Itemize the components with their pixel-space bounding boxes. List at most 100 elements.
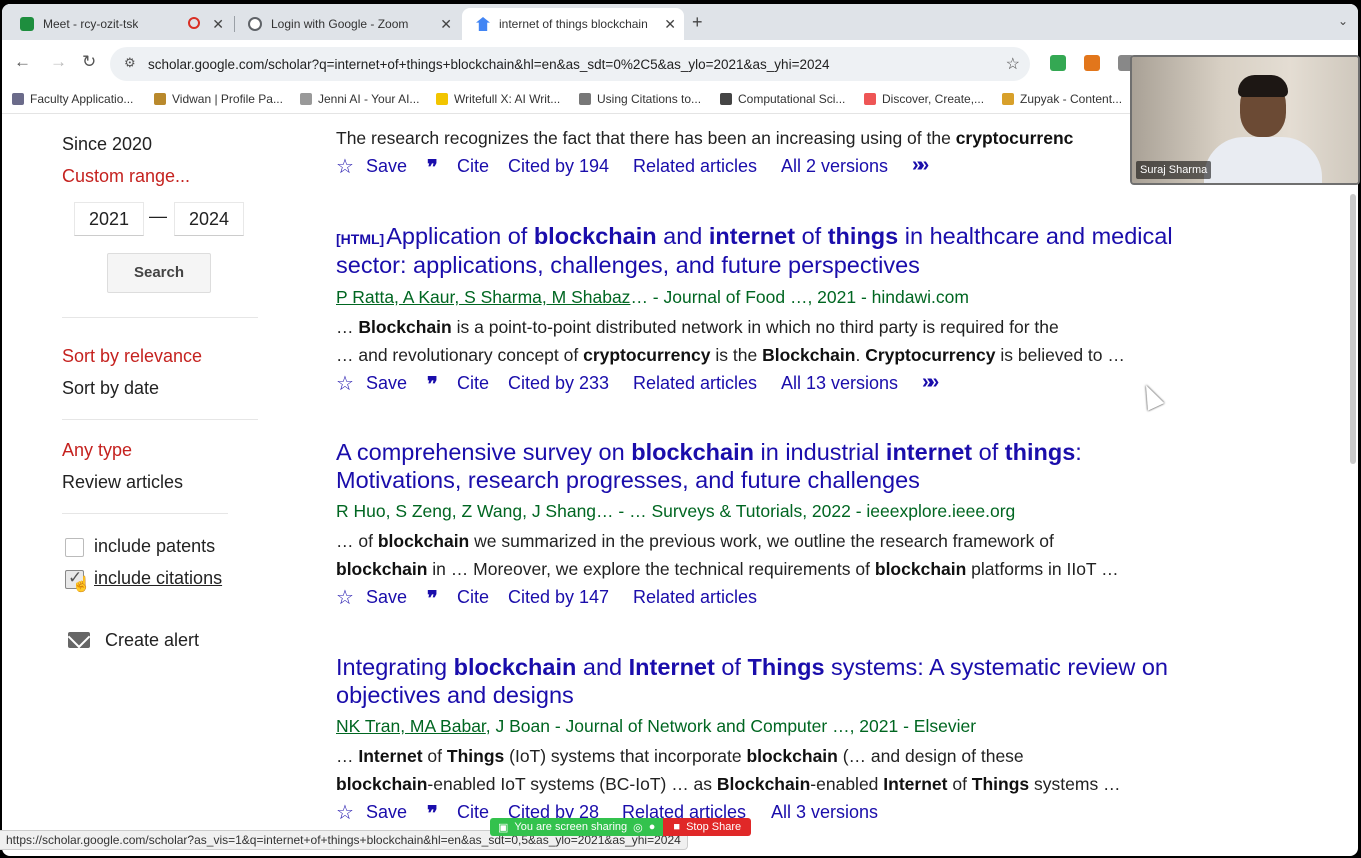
filter-any-type[interactable]: Any type [62, 440, 132, 461]
create-alert-link[interactable]: Create alert [105, 630, 199, 651]
globe-icon [248, 17, 262, 31]
bookmark-star-icon[interactable]: ☆ [1006, 54, 1020, 74]
bookmark-item[interactable]: Computational Sci... [720, 92, 845, 106]
star-icon[interactable]: ☆ [336, 154, 354, 179]
search-results: The research recognizes the fact that th… [336, 114, 1346, 856]
reload-icon[interactable]: ↻ [82, 52, 96, 72]
metamask-icon[interactable] [1084, 55, 1100, 71]
save-link[interactable]: Save [366, 156, 407, 177]
bookmark-item[interactable]: Vidwan | Profile Pa... [154, 92, 283, 106]
result-title-link[interactable]: objectives and designs [336, 681, 574, 710]
include-patents-label[interactable]: include patents [94, 536, 215, 557]
sort-by-date[interactable]: Sort by date [62, 378, 159, 399]
settings-icon[interactable]: ◎ [633, 821, 643, 834]
cited-by-link[interactable]: Cited by 194 [508, 156, 609, 177]
back-icon[interactable]: ← [14, 52, 31, 72]
result-title-link[interactable]: [HTML]Application of blockchain and inte… [336, 222, 1173, 254]
address-bar[interactable]: ⚙ scholar.google.com/scholar?q=internet+… [110, 47, 1030, 81]
cite-quote-icon[interactable]: ❞ [427, 801, 438, 826]
bookmark-favicon-icon [154, 93, 166, 105]
author-links[interactable]: P Ratta, A Kaur, S Sharma, M Shabaz [336, 287, 630, 307]
all-versions-link[interactable]: All 2 versions [781, 156, 888, 177]
result-snippet: blockchain in … Moreover, we explore the… [336, 559, 1119, 579]
author-links[interactable]: NK Tran, MA Babar [336, 716, 486, 736]
close-tab-icon[interactable]: ✕ [440, 16, 452, 33]
close-tab-icon[interactable]: ✕ [664, 16, 676, 33]
cite-link[interactable]: Cite [457, 802, 489, 823]
cited-by-link[interactable]: Cited by 147 [508, 587, 609, 608]
google-meet-icon [20, 17, 34, 31]
result-title-link[interactable]: Motivations, research progresses, and fu… [336, 466, 920, 495]
recording-icon [188, 17, 200, 29]
bookmark-favicon-icon [864, 93, 876, 105]
related-articles-link[interactable]: Related articles [633, 587, 757, 608]
save-link[interactable]: Save [366, 802, 407, 823]
cite-link[interactable]: Cite [457, 156, 489, 177]
tab-strip: Meet - rcy-ozit-tsk ✕ Login with Google … [2, 4, 1358, 40]
bookmark-item[interactable]: Faculty Applicatio... [12, 92, 133, 106]
extension-icon[interactable] [1050, 55, 1066, 71]
bookmark-item[interactable]: Zupyak - Content... [1002, 92, 1122, 106]
scholar-sidebar: Since 2020 Custom range... 2021 — 2024 S… [2, 114, 302, 856]
tab-scholar[interactable]: internet of things blockchain ✕ [462, 8, 684, 40]
sharing-indicator: ▣ You are screen sharing ◎ ● [490, 818, 664, 836]
include-patents-checkbox[interactable] [65, 538, 84, 557]
include-citations-label[interactable]: include citations [94, 568, 222, 589]
cite-link[interactable]: Cite [457, 373, 489, 394]
bookmark-favicon-icon [579, 93, 591, 105]
forward-icon[interactable]: → [50, 52, 67, 72]
result-meta: R Huo, S Zeng, Z Wang, J Shang… - … Surv… [336, 501, 1016, 521]
save-link[interactable]: Save [366, 373, 407, 394]
close-tab-icon[interactable]: ✕ [212, 16, 224, 33]
stop-share-button[interactable]: ■ Stop Share [663, 818, 752, 836]
chevron-down-icon[interactable]: ⌄ [1338, 14, 1348, 28]
cite-quote-icon[interactable]: ❞ [427, 155, 438, 180]
result-snippet: … Internet of Things (IoT) systems that … [336, 746, 1024, 766]
result-snippet: … of blockchain we summarized in the pre… [336, 531, 1054, 551]
more-chevrons-icon[interactable]: »» [912, 154, 929, 177]
all-versions-link[interactable]: All 3 versions [771, 802, 878, 823]
save-link[interactable]: Save [366, 587, 407, 608]
scholar-icon [476, 17, 490, 31]
cite-link[interactable]: Cite [457, 587, 489, 608]
site-settings-icon[interactable]: ⚙ [124, 55, 136, 71]
filter-review-articles[interactable]: Review articles [62, 472, 183, 493]
cite-quote-icon[interactable]: ❞ [427, 586, 438, 611]
related-articles-link[interactable]: Related articles [633, 373, 757, 394]
more-chevrons-icon[interactable]: »» [922, 371, 939, 394]
result-snippet: … Blockchain is a point-to-point distrib… [336, 317, 1059, 337]
bookmark-item[interactable]: Using Citations to... [579, 92, 701, 106]
stop-icon: ■ [673, 821, 681, 833]
bookmark-item[interactable]: Jenni AI - Your AI... [300, 92, 419, 106]
cited-by-link[interactable]: Cited by 233 [508, 373, 609, 394]
star-icon[interactable]: ☆ [336, 371, 354, 396]
scrollbar[interactable] [1350, 194, 1356, 464]
bookmark-item[interactable]: Writefull X: AI Writ... [436, 92, 560, 106]
result-snippet: blockchain-enabled IoT systems (BC-IoT) … [336, 774, 1121, 794]
bookmark-favicon-icon [300, 93, 312, 105]
video-tile[interactable]: Suraj Sharma [1130, 55, 1360, 185]
tab-zoom-login[interactable]: Login with Google - Zoom ✕ [234, 8, 460, 40]
related-articles-link[interactable]: Related articles [633, 156, 757, 177]
star-icon[interactable]: ☆ [336, 800, 354, 825]
bookmark-item[interactable]: Discover, Create,... [864, 92, 984, 106]
range-dash: — [149, 206, 167, 226]
year-from-input[interactable]: 2021 [74, 202, 144, 236]
cite-quote-icon[interactable]: ❞ [427, 372, 438, 397]
bookmark-favicon-icon [12, 93, 24, 105]
result-title-link[interactable]: sector: applications, challenges, and fu… [336, 251, 920, 280]
year-to-input[interactable]: 2024 [174, 202, 244, 236]
all-versions-link[interactable]: All 13 versions [781, 373, 898, 394]
shield-icon: ● [648, 821, 656, 833]
result-snippet: … and revolutionary concept of cryptocur… [336, 345, 1125, 365]
result-title-link[interactable]: Integrating blockchain and Internet of T… [336, 653, 1168, 682]
bookmark-favicon-icon [436, 93, 448, 105]
search-button[interactable]: Search [107, 253, 211, 293]
filter-custom-range[interactable]: Custom range... [62, 166, 190, 187]
tab-meet[interactable]: Meet - rcy-ozit-tsk ✕ [6, 8, 232, 40]
result-title-link[interactable]: A comprehensive survey on blockchain in … [336, 438, 1082, 467]
sort-by-relevance[interactable]: Sort by relevance [62, 346, 202, 367]
filter-since-2020[interactable]: Since 2020 [62, 134, 152, 155]
star-icon[interactable]: ☆ [336, 585, 354, 610]
new-tab-icon[interactable]: + [692, 12, 703, 33]
